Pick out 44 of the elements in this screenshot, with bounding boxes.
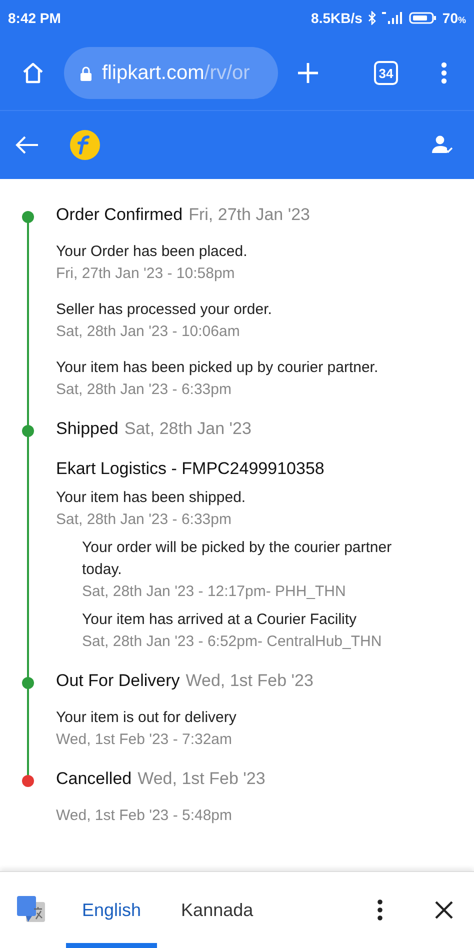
- language-tab[interactable]: Kannada: [165, 872, 270, 948]
- event-time: Fri, 27th Jan '23 - 10:58pm: [56, 264, 236, 284]
- event-time: Sat, 28th Jan '23 - 6:33pm: [56, 510, 232, 530]
- close-icon: [434, 900, 454, 920]
- signal-icon: [382, 11, 404, 25]
- more-icon: [376, 898, 384, 922]
- courier-text: Ekart Logistics - FMPC2499910358: [56, 459, 326, 479]
- event-text: Your item is out for delivery: [56, 708, 238, 728]
- stage-date: Fri, 27th Jan '23: [188, 205, 310, 225]
- tab-count-button[interactable]: 34: [374, 61, 398, 85]
- user-check-icon: [432, 135, 454, 155]
- menu-icon: [440, 61, 448, 85]
- logo-icon: [70, 130, 100, 160]
- back-arrow-icon: [14, 135, 40, 155]
- event-text: Seller has processed your order.: [56, 300, 273, 320]
- stage-title: Shipped: [56, 419, 118, 439]
- event-time: Wed, 1st Feb '23 - 5:48pm: [56, 806, 234, 826]
- lock-icon: [80, 66, 92, 80]
- event-text: Your item has been shipped.: [56, 488, 247, 508]
- battery-percent: 70%: [442, 10, 466, 26]
- stage-date: Sat, 28th Jan '23: [124, 419, 252, 439]
- battery-icon: [409, 11, 438, 25]
- translate-icon: [16, 895, 46, 925]
- event-text: Your item has arrived at a Courier Facility: [82, 610, 358, 630]
- event-text: Your order will be picked by the courier partner today.: [82, 538, 393, 580]
- event-time: Sat, 28th Jan '23 - 6:52pm- CentralHub_THN: [82, 632, 383, 652]
- stage-date: Wed, 1st Feb '23: [186, 671, 314, 691]
- url-text: flipkart.com/rv/or: [102, 62, 250, 84]
- bluetooth-icon: [367, 11, 378, 25]
- stage-date: Wed, 1st Feb '23: [138, 769, 266, 789]
- event-text: Your Order has been placed.: [56, 242, 248, 262]
- event-time: Sat, 28th Jan '23 - 6:33pm: [56, 380, 232, 400]
- plus-icon: [296, 61, 320, 85]
- stage-title: Out For Delivery: [56, 671, 180, 691]
- status-time: 8:42 PM: [8, 10, 61, 26]
- stage-title: Cancelled: [56, 769, 132, 789]
- event-time: Sat, 28th Jan '23 - 12:17pm- PHH_THN: [82, 582, 347, 602]
- event-time: Sat, 28th Jan '23 - 10:06am: [56, 322, 241, 342]
- event-time: Wed, 1st Feb '23 - 7:32am: [56, 730, 234, 750]
- language-tab[interactable]: English: [66, 872, 158, 948]
- event-text: Your item has been picked up by courier partner.: [56, 358, 380, 378]
- network-speed: 8.5KB/s: [311, 10, 362, 26]
- stage-title: Order Confirmed: [56, 205, 183, 225]
- url-field[interactable]: flipkart.com/rv/or: [64, 47, 278, 99]
